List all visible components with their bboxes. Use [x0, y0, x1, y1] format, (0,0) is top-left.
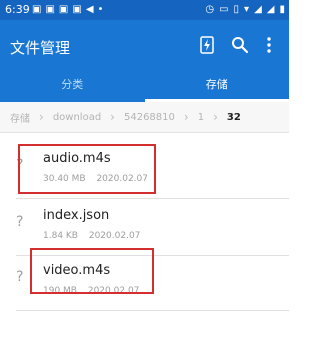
file-name: index.json [43, 208, 110, 223]
file-row-index[interactable]: ? index.json 1.84 KB 2020.02.07 [0, 196, 289, 256]
notification-icon: ▣ [32, 4, 42, 15]
divider [16, 310, 289, 311]
tab-label: 分类 [61, 78, 84, 91]
notification-icon: ▣ [45, 4, 55, 15]
battery-icon: ▮ [279, 4, 285, 15]
search-icon [232, 37, 249, 54]
tab-storage[interactable]: 存储 [144, 72, 289, 102]
chevron-right-icon: › [110, 110, 115, 124]
file-manager-app: 6:39 ▣ ▣ ▣ ▣ ◀ • ◷ ▭ ▯ ▾ ◢ ◢ ▮ 文件管理 分类 存… [0, 0, 289, 353]
tab-category[interactable]: 分类 [0, 72, 145, 102]
file-size: 1.84 KB [43, 231, 78, 241]
more-icon [267, 37, 271, 53]
file-date: 2020.02.07 [88, 231, 141, 241]
breadcrumb-current: 32 [226, 111, 241, 123]
more-options-button[interactable] [258, 34, 280, 56]
highlight-box-audio [18, 144, 156, 194]
notification-icon: ▣ [58, 4, 69, 15]
tab-bar: 分类 存储 [0, 72, 289, 102]
flash-button[interactable] [196, 34, 218, 56]
vibrate-icon: ▯ [233, 4, 240, 15]
breadcrumb: 存储 › download › 54268810 › 1 › 32 [0, 102, 289, 133]
cast-icon: ▭ [219, 4, 229, 15]
status-right-icons: ◷ ▭ ▯ ▾ ◢ ◢ ▮ [205, 3, 285, 17]
signal-icon: ◢ [254, 4, 262, 15]
tab-label: 存储 [205, 78, 228, 91]
highlight-box-video [30, 248, 154, 294]
file-meta: 1.84 KB 2020.02.07 [43, 231, 140, 241]
notification-icon: ▣ [72, 4, 82, 15]
signal-icon: ◢ [266, 4, 275, 15]
dot-icon: • [97, 4, 104, 15]
unknown-file-icon: ? [16, 214, 24, 230]
status-time: 6:39 [5, 3, 30, 16]
status-bar: 6:39 ▣ ▣ ▣ ▣ ◀ • ◷ ▭ ▯ ▾ ◢ ◢ ▮ [0, 0, 289, 20]
wifi-icon: ▾ [244, 4, 250, 15]
flash-icon [200, 36, 214, 54]
status-left-icons: ▣ ▣ ▣ ▣ ◀ • [32, 3, 103, 17]
search-button[interactable] [229, 34, 251, 56]
unknown-file-icon: ? [16, 269, 24, 285]
app-bar: 文件管理 [0, 20, 289, 72]
breadcrumb-item[interactable]: 54268810 [118, 112, 181, 123]
alarm-icon: ◷ [205, 4, 215, 15]
navigation-icon: ◀ [85, 4, 94, 15]
chevron-right-icon: › [39, 110, 44, 124]
page-title: 文件管理 [10, 39, 71, 57]
chevron-right-icon: › [183, 110, 189, 124]
breadcrumb-item[interactable]: 1 [192, 112, 210, 123]
breadcrumb-item[interactable]: 存储 [0, 110, 36, 125]
chevron-right-icon: › [213, 110, 218, 124]
breadcrumb-item[interactable]: download [47, 112, 107, 123]
